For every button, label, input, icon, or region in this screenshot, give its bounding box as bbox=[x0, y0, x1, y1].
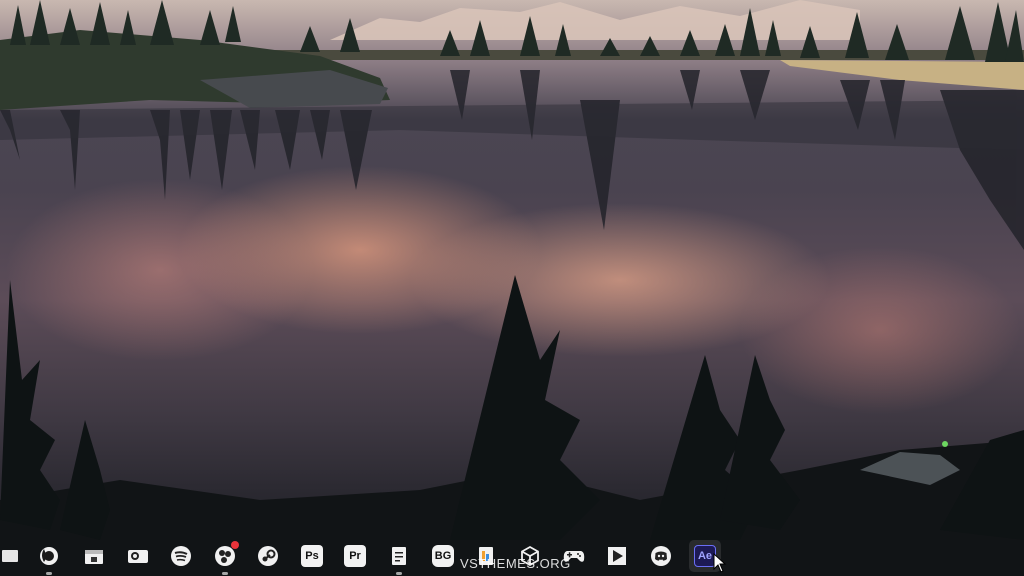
file-manager-icon bbox=[85, 550, 103, 564]
taskbar-item-file-manager[interactable] bbox=[78, 540, 110, 572]
taskbar-item-firefox[interactable] bbox=[33, 540, 65, 575]
taskbar-item-spotify[interactable] bbox=[165, 540, 197, 572]
taskbar-item-premiere[interactable]: Pr bbox=[339, 540, 371, 572]
spotify-icon bbox=[171, 546, 191, 566]
taskbar-item-obs[interactable] bbox=[209, 540, 241, 575]
taskbar-item-desktop[interactable] bbox=[0, 540, 26, 572]
bg-app-icon: BG bbox=[432, 545, 454, 567]
running-indicator bbox=[46, 572, 52, 575]
desktop-wallpaper bbox=[0, 0, 1024, 576]
firefox-icon bbox=[40, 547, 58, 565]
taskbar-item-mail[interactable] bbox=[122, 540, 154, 572]
mouse-cursor-icon bbox=[713, 553, 727, 573]
taskbar-item-discord[interactable] bbox=[645, 540, 677, 572]
landscape-icon bbox=[0, 0, 1024, 576]
taskbar-item-steam[interactable] bbox=[252, 540, 284, 572]
discord-icon bbox=[651, 546, 671, 566]
notification-badge bbox=[231, 541, 239, 549]
premiere-icon: Pr bbox=[344, 545, 366, 567]
notes-icon bbox=[392, 547, 406, 565]
taskbar-item-media-player[interactable] bbox=[601, 540, 633, 572]
taskbar-item-bg-app[interactable]: BG bbox=[427, 540, 459, 572]
running-indicator bbox=[396, 572, 402, 575]
steam-icon bbox=[258, 546, 278, 566]
desktop-icon bbox=[2, 550, 18, 562]
media-player-icon bbox=[608, 547, 626, 565]
taskbar-item-photoshop[interactable]: Ps bbox=[296, 540, 328, 572]
watermark: VSTHEMES.ORG bbox=[460, 556, 571, 571]
running-indicator bbox=[222, 572, 228, 575]
taskbar-item-notes[interactable] bbox=[383, 540, 415, 575]
photoshop-icon: Ps bbox=[301, 545, 323, 567]
mail-icon bbox=[128, 550, 148, 563]
